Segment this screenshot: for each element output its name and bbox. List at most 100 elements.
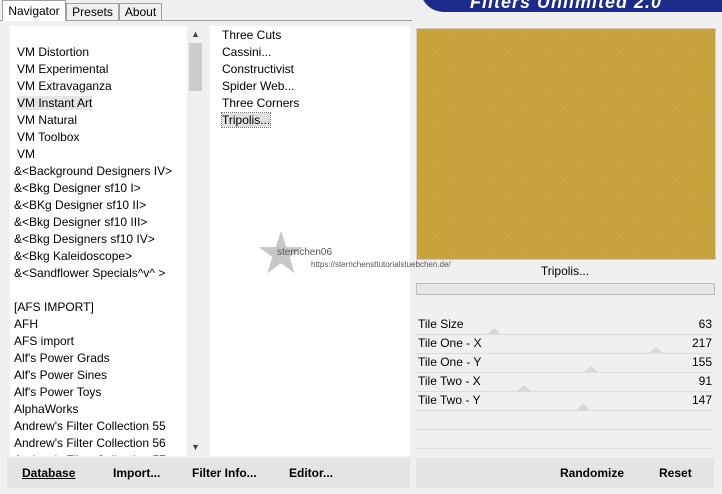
- preview-pattern: [417, 29, 715, 259]
- parameter-value: 63: [698, 317, 712, 331]
- filter-item[interactable]: Constructivist: [222, 61, 299, 78]
- category-item[interactable]: [AFS IMPORT]: [14, 299, 189, 316]
- filter-items: Three Cuts Cassini... Constructivist Spider…: [220, 27, 299, 129]
- parameter-value: 155: [691, 355, 712, 369]
- category-label: VM Distortion: [17, 45, 90, 59]
- current-filter-name: Tripolis...: [540, 264, 590, 278]
- parameter-label: Tile Two - X: [418, 374, 481, 388]
- category-label: &<Bkg Designer sf10 III>: [14, 215, 148, 229]
- slider-thumb[interactable]: [583, 366, 598, 372]
- editor-button[interactable]: Editor...: [289, 466, 333, 480]
- import-button[interactable]: Import...: [113, 466, 160, 480]
- category-label: Alf's Power Grads: [14, 351, 110, 365]
- category-label: &<Sandflower Specials^v^ >: [14, 266, 166, 280]
- category-item[interactable]: &<Bkg Designers sf10 IV>: [14, 231, 189, 248]
- category-label: VM Natural: [17, 113, 78, 127]
- category-item[interactable]: AFS import: [14, 333, 189, 350]
- slider-thumb[interactable]: [575, 404, 590, 410]
- category-item[interactable]: [14, 282, 189, 299]
- watermark-name: sternchen06: [277, 247, 333, 258]
- category-item[interactable]: &<Bkg Designer sf10 III>: [14, 214, 189, 231]
- category-item[interactable]: VM: [14, 146, 189, 163]
- category-item[interactable]: VM Distortion: [14, 44, 189, 61]
- category-scrollbar[interactable]: ▲ ▼: [187, 26, 204, 456]
- tab-about[interactable]: About: [119, 3, 162, 20]
- parameter-row[interactable]: Tile Two - Y 147: [416, 392, 714, 411]
- category-label: VM Instant Art: [17, 96, 93, 110]
- parameter-row[interactable]: Tile One - X 217: [416, 335, 714, 354]
- category-item[interactable]: &<BKg Designer sf10 II>: [14, 197, 189, 214]
- right-button-bar: Randomize Reset: [416, 458, 714, 488]
- category-item[interactable]: VM Toolbox: [14, 129, 189, 146]
- slider-thumb[interactable]: [649, 347, 664, 353]
- preview-image: [416, 28, 716, 260]
- filter-item[interactable]: Three Cuts: [222, 27, 299, 44]
- scroll-down-icon[interactable]: ▼: [187, 439, 204, 456]
- parameter-row[interactable]: Tile One - Y 155: [416, 354, 714, 373]
- category-item[interactable]: &<Bkg Kaleidoscope>: [14, 248, 189, 265]
- category-item[interactable]: &<Bkg Designer sf10 I>: [14, 180, 189, 197]
- scroll-thumb[interactable]: [189, 43, 202, 91]
- filter-item[interactable]: Three Corners: [222, 95, 299, 112]
- parameter-sliders: Tile Size 63 Tile One - X 217 Tile One - Y 15…: [416, 316, 714, 468]
- filter-label: Constructivist: [222, 62, 295, 76]
- slider-thumb[interactable]: [487, 328, 502, 334]
- parameter-label: Tile One - X: [418, 336, 482, 350]
- category-item[interactable]: VM Instant Art: [14, 95, 189, 112]
- slider-thumb[interactable]: [516, 385, 531, 391]
- filter-label: Spider Web...: [222, 79, 295, 93]
- empty-parameter-row: [416, 430, 714, 449]
- category-item[interactable]: Andrew's Filter Collection 56: [14, 435, 189, 452]
- database-label: Database: [22, 466, 76, 480]
- filter-label: Three Cuts: [222, 28, 282, 42]
- category-item[interactable]: &<Sandflower Specials^v^ >: [14, 265, 189, 282]
- banner-title: Filters Unlimited 2.0: [470, 0, 663, 12]
- category-label: Andrew's Filter Collection 56: [14, 436, 166, 450]
- category-label: VM: [17, 147, 35, 161]
- category-label: &<Bkg Designers sf10 IV>: [14, 232, 155, 246]
- category-item[interactable]: VM Experimental: [14, 61, 189, 78]
- parameter-row[interactable]: Tile Size 63: [416, 316, 714, 335]
- category-item[interactable]: Alf's Power Sines: [14, 367, 189, 384]
- category-label: VM Experimental: [17, 62, 109, 76]
- progress-bar: [416, 283, 715, 295]
- left-button-bar: Database Import... Filter Info... Editor…: [7, 458, 410, 488]
- category-label: &<BKg Designer sf10 II>: [14, 198, 147, 212]
- parameter-label: Tile Two - Y: [418, 393, 481, 407]
- reset-button[interactable]: Reset: [659, 466, 692, 480]
- parameter-label: Tile Size: [418, 317, 464, 331]
- database-button[interactable]: Database: [22, 466, 75, 480]
- filter-label: Three Corners: [222, 96, 300, 110]
- category-item[interactable]: Alf's Power Grads: [14, 350, 189, 367]
- filter-item[interactable]: Spider Web...: [222, 78, 299, 95]
- parameter-value: 147: [691, 393, 712, 407]
- filter-item[interactable]: Cassini...: [222, 44, 299, 61]
- filter-item[interactable]: Tripolis...: [220, 112, 299, 129]
- parameter-value: 217: [691, 336, 712, 350]
- category-item[interactable]: VM Natural: [14, 112, 189, 129]
- category-item[interactable]: AlphaWorks: [14, 401, 189, 418]
- parameter-row[interactable]: Tile Two - X 91: [416, 373, 714, 392]
- category-label: AFH: [14, 317, 38, 331]
- empty-parameter-row: [416, 411, 714, 430]
- category-label: &<Bkg Designer sf10 I>: [14, 181, 141, 195]
- category-label: Alf's Power Toys: [14, 385, 102, 399]
- category-item[interactable]: Alf's Power Toys: [14, 384, 189, 401]
- tab-presets[interactable]: Presets: [66, 3, 119, 20]
- category-item[interactable]: VM Extravaganza: [14, 78, 189, 95]
- category-items: VM Distortion VM Experimental VM Extravaga…: [14, 44, 189, 456]
- scroll-up-icon[interactable]: ▲: [187, 26, 204, 43]
- category-item[interactable]: AFH: [14, 316, 189, 333]
- category-item[interactable]: &<Background Designers IV>: [14, 163, 189, 180]
- category-label: [AFS IMPORT]: [14, 300, 94, 314]
- randomize-button[interactable]: Randomize: [560, 466, 624, 480]
- tab-navigator[interactable]: Navigator: [2, 0, 66, 21]
- category-label: Andrew's Filter Collection 57: [14, 453, 166, 456]
- category-item[interactable]: Andrew's Filter Collection 55: [14, 418, 189, 435]
- category-list[interactable]: VM Distortion VM Experimental VM Extravaga…: [10, 26, 204, 456]
- category-item[interactable]: Andrew's Filter Collection 57: [14, 452, 189, 456]
- filter-label: Tripolis...: [220, 112, 272, 128]
- filter-info-button[interactable]: Filter Info...: [192, 466, 257, 480]
- filter-label: Cassini...: [222, 45, 272, 59]
- category-label: AFS import: [14, 334, 75, 348]
